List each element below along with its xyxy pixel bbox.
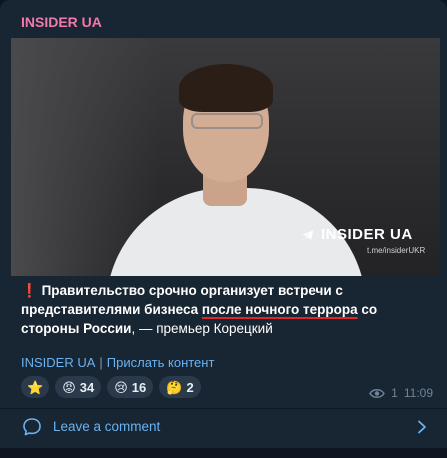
post-time: 11:09 (403, 386, 433, 400)
thinking-face-icon: 🤔 (166, 379, 183, 395)
reaction-star[interactable]: ⭐ (21, 376, 50, 398)
reaction-count: 34 (79, 379, 95, 395)
reaction-thinking[interactable]: 🤔 2 (159, 376, 201, 398)
submit-content-link[interactable]: Прислать контент (107, 355, 215, 370)
chevron-right-icon[interactable] (417, 420, 427, 434)
telegram-icon (302, 229, 314, 240)
star-icon: ⭐ (27, 379, 44, 395)
photo-glasses (191, 113, 263, 129)
link-separator: | (99, 355, 103, 370)
reaction-count: 2 (186, 379, 194, 395)
post-card: INSIDER UA INSIDER UA t.me/insiderUKR ❗ … (0, 0, 447, 458)
post-links: INSIDER UA | Прислать контент (21, 355, 214, 370)
post-meta: 1 11:09 (369, 386, 433, 400)
watermark-subtext: t.me/insiderUKR (367, 246, 426, 255)
reactions-bar: ⭐ 😡 34 😢 16 🤔 2 (21, 376, 201, 398)
comment-bar[interactable]: Leave a comment (0, 409, 447, 445)
angry-face-icon: 😡 (62, 379, 76, 395)
message-part-2: после ночного террора (201, 302, 358, 317)
photo-watermark: INSIDER UA (301, 226, 413, 243)
post-photo[interactable]: INSIDER UA t.me/insiderUKR (11, 38, 440, 276)
reaction-angry[interactable]: 😡 34 (55, 376, 102, 398)
view-count: 1 (391, 386, 398, 400)
message-part-4: , — премьер Корецкий (131, 321, 273, 336)
channel-name[interactable]: INSIDER UA (21, 14, 102, 30)
message-text: ❗ Правительство срочно организует встреч… (21, 281, 436, 338)
reaction-crying[interactable]: 😢 16 (107, 376, 154, 398)
reaction-count: 16 (131, 379, 147, 395)
exclamation-icon: ❗ (21, 283, 38, 298)
crying-face-icon: 😢 (114, 379, 128, 395)
leave-comment-label[interactable]: Leave a comment (53, 419, 160, 434)
channel-link[interactable]: INSIDER UA (21, 355, 95, 370)
photo-hair (179, 64, 273, 112)
bottom-strip (0, 448, 447, 458)
watermark-text: INSIDER UA (321, 226, 413, 243)
eye-icon (369, 388, 385, 398)
comment-icon (23, 418, 41, 436)
